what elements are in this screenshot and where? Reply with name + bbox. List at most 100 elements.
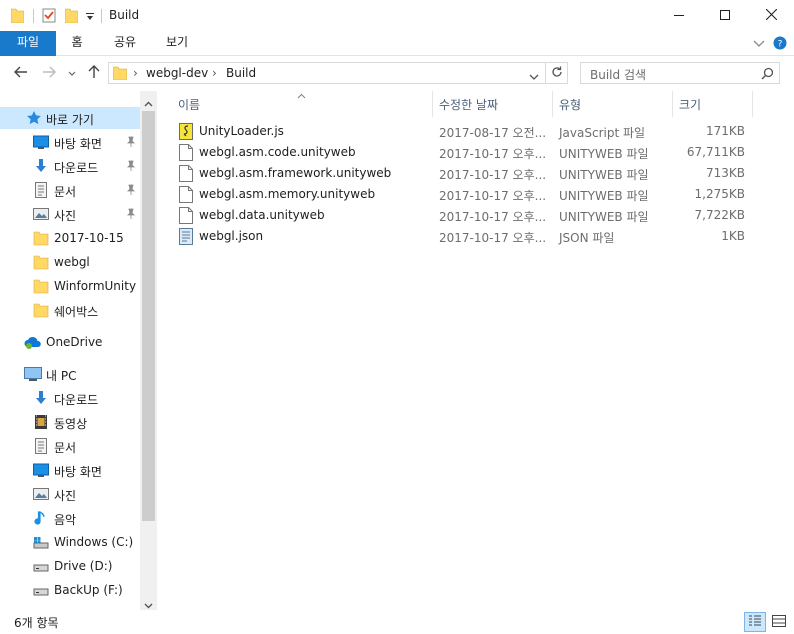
- column-divider[interactable]: [432, 91, 433, 117]
- file-size: 1,275KB: [694, 187, 745, 201]
- nav-desktop-pinned[interactable]: 바탕 화면: [0, 131, 140, 153]
- tab-file[interactable]: 파일: [0, 31, 56, 56]
- onedrive-icon: [24, 334, 41, 350]
- file-modified: 2017-10-17 오후...: [439, 210, 547, 224]
- large-icons-view-button[interactable]: [768, 612, 790, 632]
- file-size: 713KB: [705, 166, 745, 180]
- minimize-icon: [674, 9, 684, 23]
- nav-drive-c[interactable]: Windows (C:): [0, 531, 140, 553]
- nav-label: WinformUnity: [54, 279, 137, 293]
- file-row[interactable]: webgl.asm.code.unityweb 2017-10-17 오후...…: [177, 142, 757, 163]
- pin-icon: [126, 136, 136, 148]
- maximize-button[interactable]: [702, 0, 748, 31]
- close-button[interactable]: [748, 0, 794, 31]
- nav-label: 2017-10-15: [54, 231, 124, 245]
- column-divider[interactable]: [672, 91, 673, 117]
- recent-locations-button[interactable]: [66, 64, 78, 82]
- file-row[interactable]: webgl.asm.memory.unityweb 2017-10-17 오후.…: [177, 184, 757, 205]
- tab-view[interactable]: 보기: [157, 31, 197, 56]
- column-divider[interactable]: [752, 91, 753, 117]
- nav-pictures-pinned[interactable]: 사진: [0, 203, 140, 225]
- file-icon: [179, 165, 193, 182]
- nav-pc-desktop[interactable]: 바탕 화면: [0, 459, 140, 481]
- breadcrumb-build[interactable]: Build: [226, 66, 256, 80]
- nav-pc-music[interactable]: 음악: [0, 507, 140, 529]
- nav-folder-winformunity[interactable]: WinformUnity: [0, 275, 140, 297]
- nav-folder-sharebox[interactable]: 쉐어박스: [0, 299, 140, 321]
- nav-label: 사진: [54, 489, 77, 503]
- column-header-size[interactable]: 크기: [679, 96, 701, 113]
- file-name: webgl.data.unityweb: [199, 208, 325, 222]
- column-header-modified[interactable]: 수정한 날짜: [439, 96, 498, 113]
- expand-ribbon-icon[interactable]: [753, 38, 765, 52]
- separator: [33, 9, 34, 23]
- folder-icon: [33, 278, 49, 294]
- address-dropdown-icon[interactable]: [529, 70, 539, 84]
- properties-icon[interactable]: [42, 8, 56, 23]
- minimize-button[interactable]: [656, 0, 702, 31]
- search-icon: [761, 67, 774, 83]
- breadcrumb-webgl-dev[interactable]: webgl-dev: [146, 66, 208, 80]
- file-row[interactable]: UnityLoader.js 2017-08-17 오전... JavaScri…: [177, 121, 757, 142]
- nav-folder-webgl[interactable]: webgl: [0, 251, 140, 273]
- search-input[interactable]: Build 검색: [580, 62, 780, 84]
- tab-home[interactable]: 홈: [62, 31, 92, 56]
- nav-pc-pictures[interactable]: 사진: [0, 483, 140, 505]
- nav-label: BackUp (F:): [54, 583, 123, 597]
- nav-label: 바탕 화면: [54, 465, 102, 479]
- file-icon: [179, 207, 193, 224]
- scroll-up-icon[interactable]: [144, 96, 153, 110]
- column-divider[interactable]: [552, 91, 553, 117]
- help-icon[interactable]: ?: [773, 36, 787, 53]
- column-header-type[interactable]: 유형: [559, 96, 581, 113]
- scroll-down-icon[interactable]: [144, 598, 153, 610]
- nav-label: 바탕 화면: [54, 137, 102, 151]
- details-view-button[interactable]: [744, 612, 766, 632]
- customize-toolbar-chevron-icon[interactable]: [85, 8, 95, 23]
- file-size: 171KB: [705, 124, 745, 138]
- new-folder-icon[interactable]: [64, 8, 79, 24]
- nav-label: 다운로드: [54, 393, 99, 407]
- file-type: JavaScript 파일: [559, 126, 646, 140]
- nav-pc-downloads[interactable]: 다운로드: [0, 387, 140, 409]
- close-icon: [765, 8, 777, 23]
- nav-drive-f[interactable]: BackUp (F:): [0, 579, 140, 601]
- star-icon: [26, 110, 42, 126]
- nav-label: 문서: [54, 441, 77, 455]
- download-icon: [33, 158, 49, 174]
- file-type: JSON 파일: [559, 231, 615, 245]
- up-button[interactable]: [86, 64, 102, 82]
- nav-pc-videos[interactable]: 동영상: [0, 411, 140, 433]
- sort-ascending-icon: [297, 88, 306, 102]
- nav-drive-d[interactable]: Drive (D:): [0, 555, 140, 577]
- pin-icon: [126, 160, 136, 172]
- nav-downloads-pinned[interactable]: 다운로드: [0, 155, 140, 177]
- navigation-pane: 바로 가기 바탕 화면 다운로드 문서 사진 2017-10-15 webgl …: [0, 91, 157, 610]
- drive-icon: [33, 582, 49, 598]
- nav-documents-pinned[interactable]: 문서: [0, 179, 140, 201]
- nav-onedrive[interactable]: OneDrive: [0, 331, 140, 353]
- scrollbar-thumb[interactable]: [142, 111, 155, 521]
- refresh-button[interactable]: [546, 62, 568, 84]
- forward-button[interactable]: [40, 64, 58, 82]
- arrow-left-icon: [14, 66, 28, 81]
- computer-icon: [24, 366, 42, 382]
- nav-label: 음악: [54, 513, 77, 527]
- folder-icon: [33, 302, 49, 318]
- file-size: 1KB: [721, 229, 745, 243]
- file-row[interactable]: webgl.data.unityweb 2017-10-17 오후... UNI…: [177, 205, 757, 226]
- javascript-file-icon: [179, 123, 193, 140]
- nav-pc-documents[interactable]: 문서: [0, 435, 140, 457]
- file-row[interactable]: webgl.asm.framework.unityweb 2017-10-17 …: [177, 163, 757, 184]
- nav-folder-2017-10-15[interactable]: 2017-10-15: [0, 227, 140, 249]
- nav-this-pc[interactable]: 내 PC: [0, 363, 140, 385]
- nav-quick-access[interactable]: 바로 가기: [0, 107, 140, 129]
- file-icon: [179, 144, 193, 161]
- large-icons-view-icon: [772, 614, 786, 630]
- tab-share[interactable]: 공유: [105, 31, 145, 56]
- navigation-scrollbar[interactable]: [140, 91, 157, 610]
- back-button[interactable]: [12, 64, 30, 82]
- file-row[interactable]: webgl.json 2017-10-17 오후... JSON 파일 1KB: [177, 226, 757, 247]
- address-bar[interactable]: › webgl-dev › Build: [108, 62, 546, 84]
- column-header-name[interactable]: 이름: [178, 96, 200, 113]
